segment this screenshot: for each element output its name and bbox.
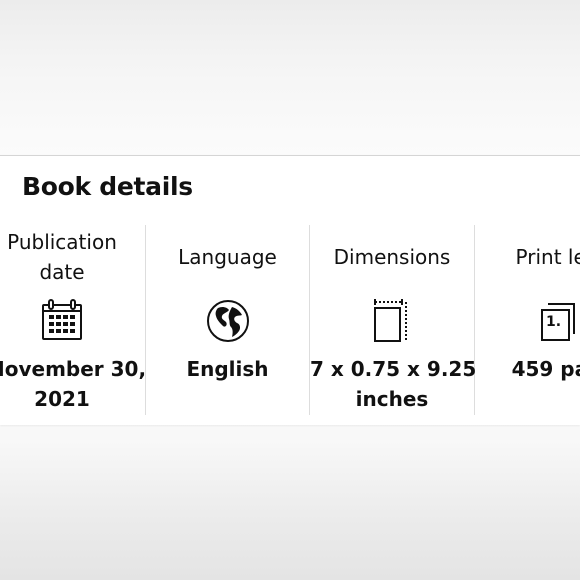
print-length-label: Print len xyxy=(515,245,580,269)
page-marker: 1. xyxy=(546,314,562,330)
print-length-value: 459 pag xyxy=(511,357,580,381)
language-label: Language xyxy=(178,245,277,269)
detail-dimensions[interactable]: Dimensions 7 x 0.75 x 9.25 inches xyxy=(310,225,477,415)
publication-date-label: Publication date xyxy=(7,230,117,284)
detail-language[interactable]: Language English xyxy=(146,225,309,415)
language-value: English xyxy=(186,357,269,381)
calendar-icon xyxy=(38,297,86,345)
detail-print-length[interactable]: Print len 1. 459 pag xyxy=(475,225,580,415)
dimensions-label: Dimensions xyxy=(333,245,451,269)
dimensions-value: 7 x 0.75 x 9.25 inches xyxy=(310,357,477,411)
section-title: Book details xyxy=(22,172,193,201)
globe-icon xyxy=(204,297,252,345)
details-carousel: Publication date November 30, 2021 Langu… xyxy=(0,225,580,415)
pages-icon: 1. xyxy=(533,297,580,345)
book-details-card: Book details Publication date November 3… xyxy=(0,155,580,425)
publication-date-value: November 30, 2021 xyxy=(0,357,147,411)
dimensions-icon xyxy=(368,297,416,345)
detail-publication-date[interactable]: Publication date November 30, 2021 xyxy=(0,225,147,415)
